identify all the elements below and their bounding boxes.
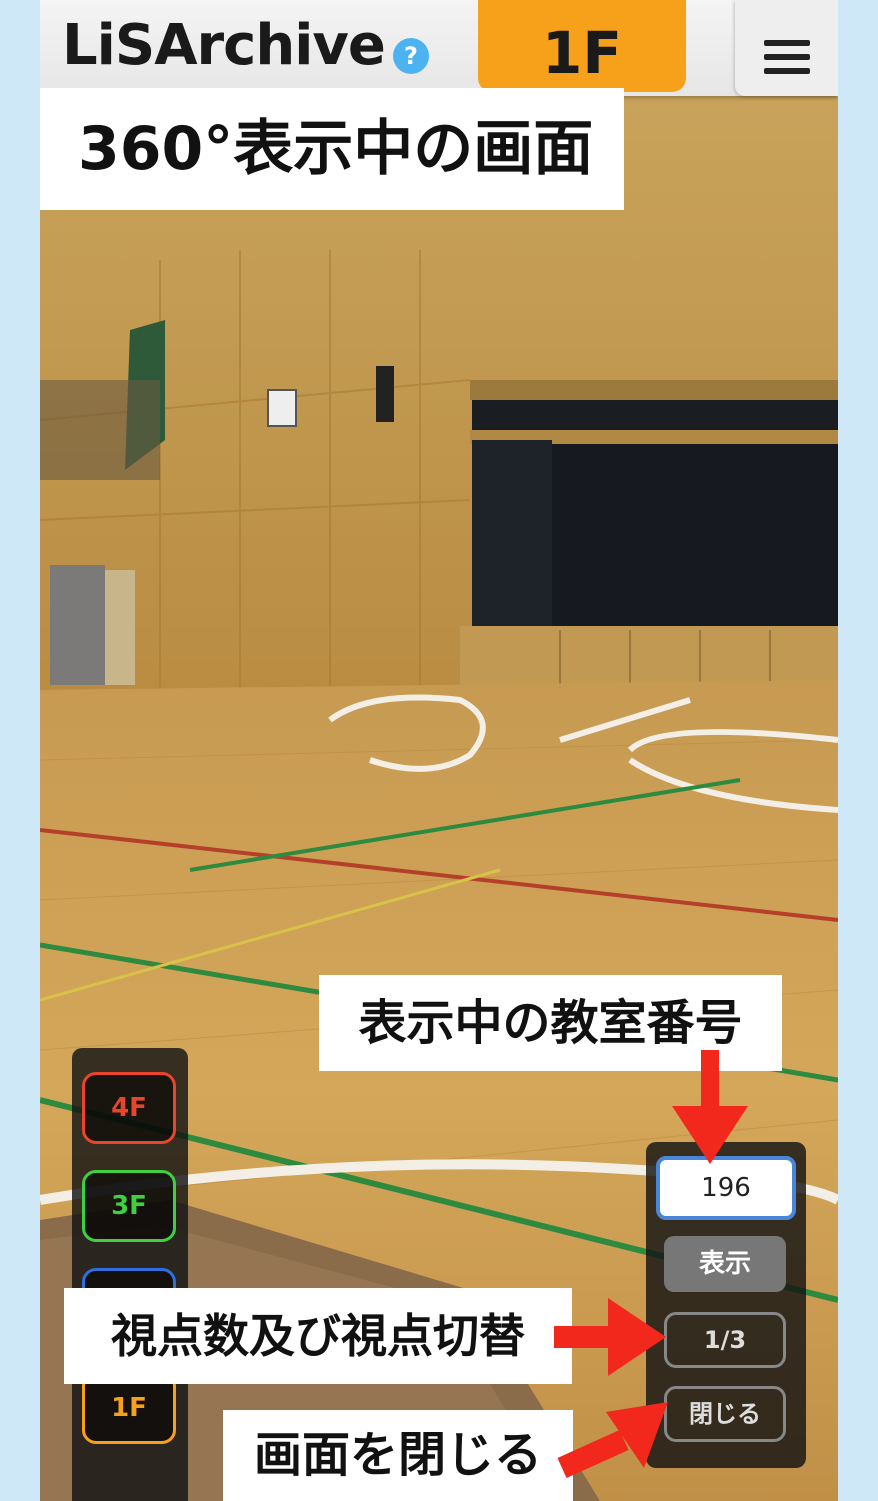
annotation-arrows (554, 1050, 748, 1479)
phone-screen: LiSArchive ? 1F 360°表示中の画面 4F 3F 2F 1F 表… (40, 0, 838, 1501)
arrow-down-icon (672, 1050, 748, 1164)
arrow-up-right-icon (557, 1402, 668, 1479)
arrow-right-icon (554, 1298, 666, 1376)
